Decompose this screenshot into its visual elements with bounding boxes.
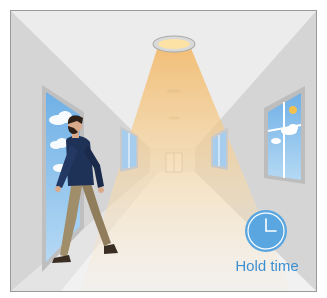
corridor-scene (10, 10, 317, 292)
hold-time-label: Hold time (235, 258, 299, 275)
corridor-illustration: Hold time (0, 0, 327, 298)
clock-icon (245, 210, 287, 252)
